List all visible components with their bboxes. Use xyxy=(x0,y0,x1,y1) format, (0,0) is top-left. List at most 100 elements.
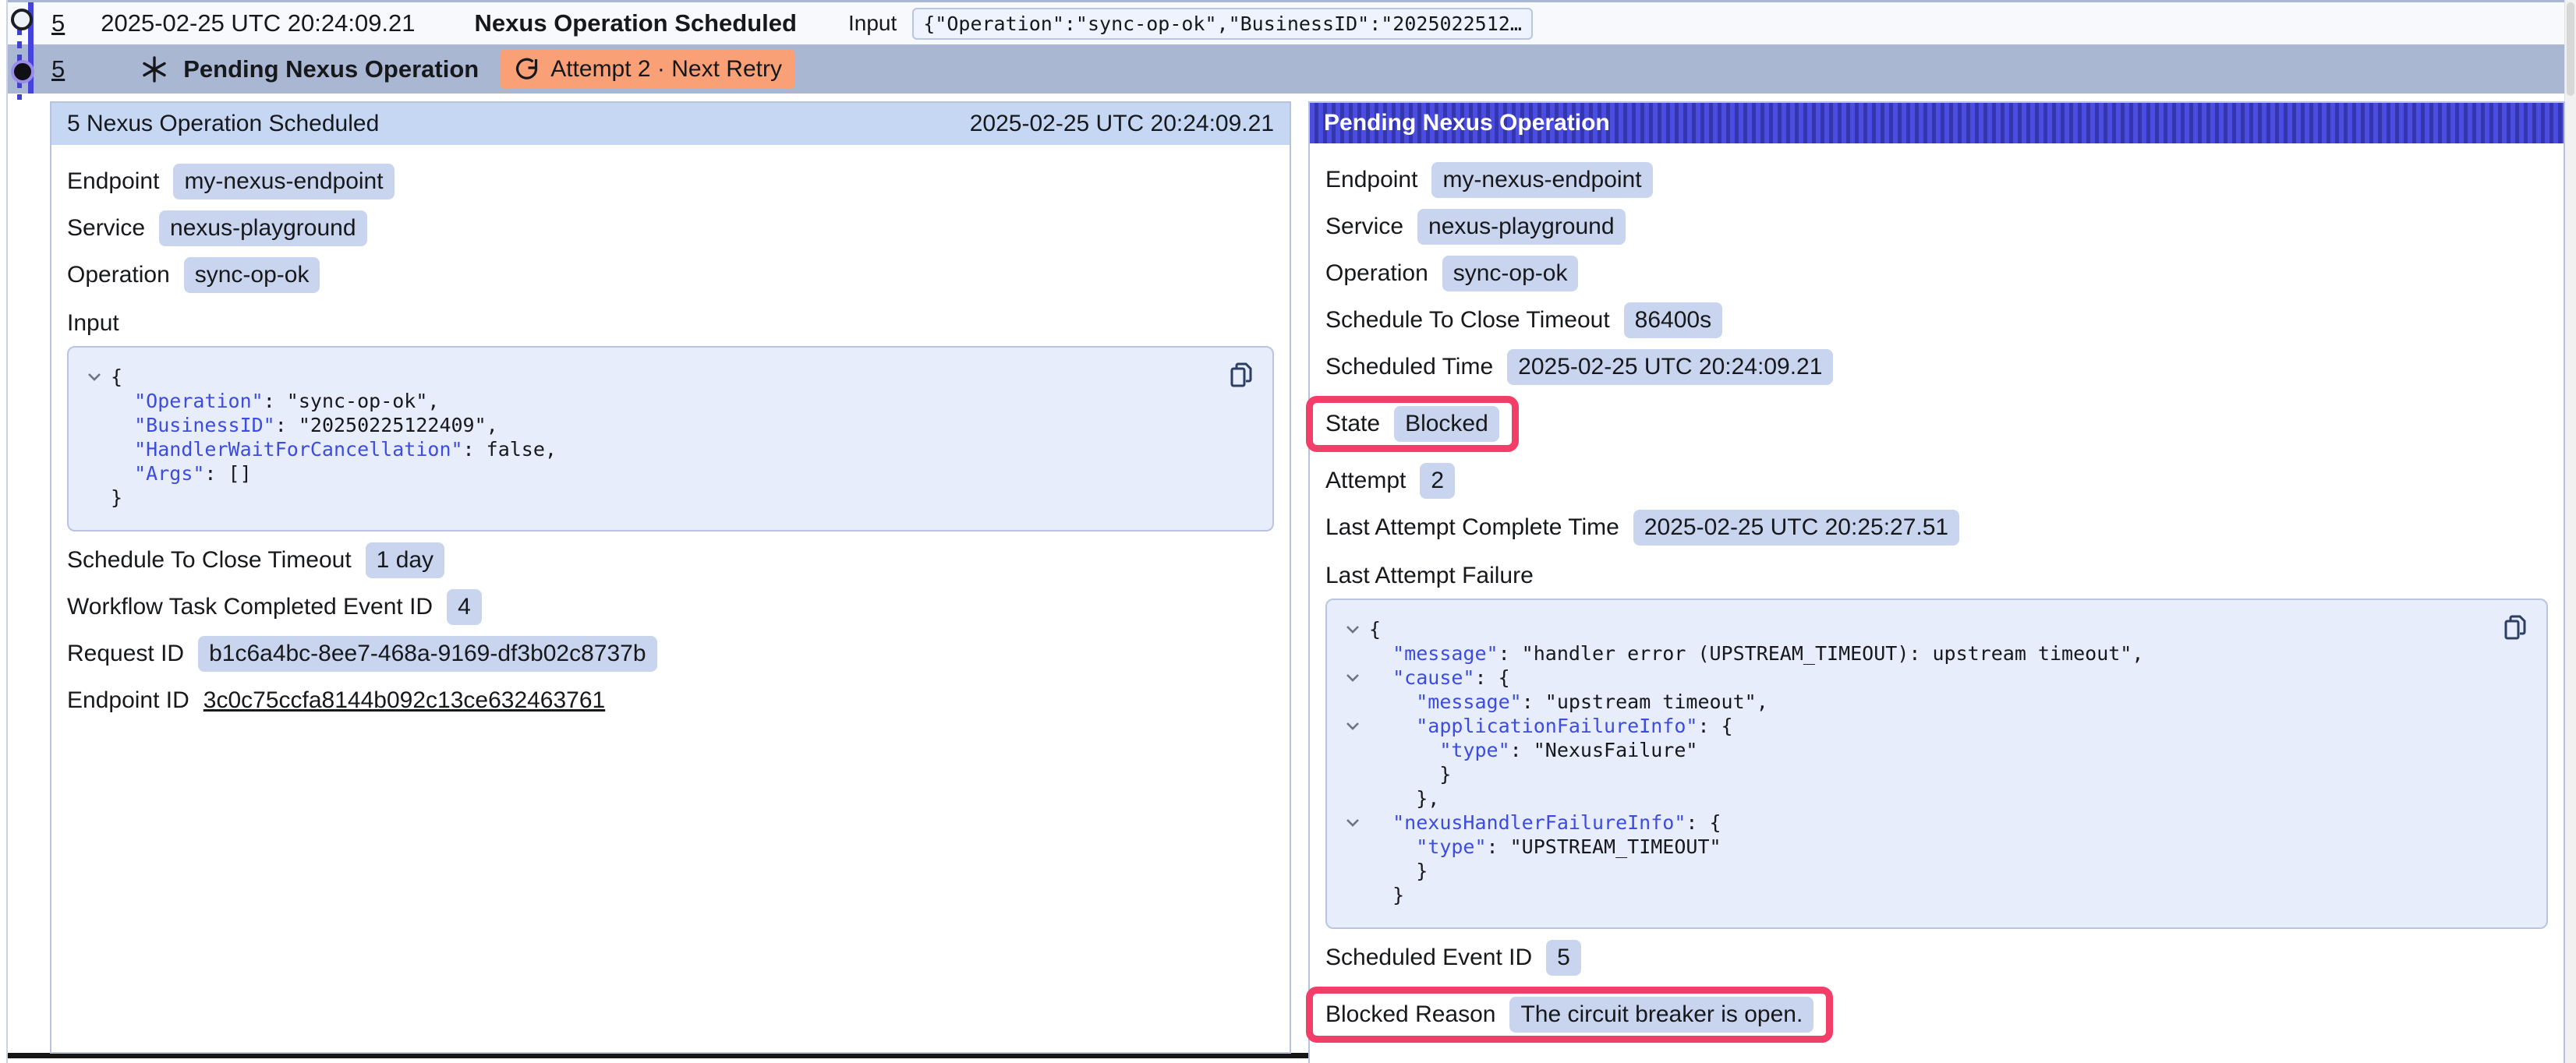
field-value-badge: 4 xyxy=(447,589,482,625)
field-label: Request ID xyxy=(67,641,184,667)
code-text: "BusinessID": "20250225122409", xyxy=(111,413,498,437)
vertical-scrollbar[interactable] xyxy=(2564,0,2576,1063)
copy-icon[interactable] xyxy=(2500,613,2531,644)
chevron-down-icon[interactable] xyxy=(1336,714,1369,738)
detail-row: State Blocked xyxy=(1325,406,1499,442)
chevron-down-icon[interactable] xyxy=(78,365,111,389)
code-gutter xyxy=(1336,835,1369,859)
code-line: "message": "upstream timeout", xyxy=(1336,690,2526,714)
card-title: 5 Nexus Operation Scheduled xyxy=(67,111,379,137)
event-row-selected[interactable]: 5 Pending Nexus Operation Attempt 2 · Ne… xyxy=(8,44,2565,94)
code-line: "message": "handler error (UPSTREAM_TIME… xyxy=(1336,641,2526,666)
field-label: Endpoint ID xyxy=(67,687,189,714)
code-gutter xyxy=(1336,883,1369,907)
detail-row: Attempt2 xyxy=(1325,463,2548,499)
field-value-badge: my-nexus-endpoint xyxy=(173,164,394,200)
retry-status-badge: Attempt 2 · Next Retry xyxy=(501,50,794,89)
code-gutter xyxy=(78,389,111,413)
pending-operation-card: Pending Nexus Operation Endpointmy-nexus… xyxy=(1308,101,2565,1063)
filled-circle-node-icon[interactable] xyxy=(11,60,34,83)
input-label: Input xyxy=(848,11,897,36)
field-value-badge: sync-op-ok xyxy=(184,257,320,293)
detail-row: Schedule To Close Timeout1 day xyxy=(67,542,1274,578)
code-line: } xyxy=(1336,883,2526,907)
copy-icon[interactable] xyxy=(1226,360,1257,391)
chevron-down-icon[interactable] xyxy=(1336,666,1369,690)
field-value-link[interactable]: 3c0c75ccfa8144b092c13ce632463761 xyxy=(203,687,605,714)
code-text: "HandlerWaitForCancellation": false, xyxy=(111,437,557,461)
card-timestamp: 2025-02-25 UTC 20:24:09.21 xyxy=(970,111,1274,137)
code-line: } xyxy=(78,486,1252,510)
state-annotation-box: State Blocked xyxy=(1306,396,1519,452)
event-detail-card: 5 Nexus Operation Scheduled 2025-02-25 U… xyxy=(50,101,1291,1054)
code-line: { xyxy=(78,365,1252,389)
detail-row: Scheduled Time 2025-02-25 UTC 20:24:09.21 xyxy=(1325,349,2548,385)
chevron-down-icon[interactable] xyxy=(1336,810,1369,835)
field-list: Endpointmy-nexus-endpoint Servicenexus-pl… xyxy=(1325,162,2548,385)
detail-row: Servicenexus-playground xyxy=(1325,209,2548,245)
field-label: Schedule To Close Timeout xyxy=(67,547,352,574)
detail-row: Endpoint my-nexus-endpoint xyxy=(67,164,1274,200)
chevron-down-icon[interactable] xyxy=(1336,617,1369,641)
code-line: "nexusHandlerFailureInfo": { xyxy=(1336,810,2526,835)
pending-operation-card-header: Pending Nexus Operation xyxy=(1310,103,2564,143)
detail-row: Last Attempt Complete Time2025-02-25 UTC… xyxy=(1325,510,2548,546)
code-text: "type": "UPSTREAM_TIMEOUT" xyxy=(1369,835,1721,859)
detail-row: Servicenexus-playground xyxy=(67,210,1274,246)
scrollbar-thumb[interactable] xyxy=(2567,2,2574,96)
state-row-wrap: State Blocked xyxy=(1325,396,2548,452)
code-text: "message": "upstream timeout", xyxy=(1369,690,1768,714)
failure-json-viewer: { "message": "handler error (UPSTREAM_TI… xyxy=(1325,599,2548,929)
pending-operation-title: Pending Nexus Operation xyxy=(183,55,479,83)
field-label: Operation xyxy=(1325,260,1428,287)
code-line: "cause": { xyxy=(1336,666,2526,690)
input-preview-badge[interactable]: {"Operation":"sync-op-ok","BusinessID":"… xyxy=(912,8,1533,40)
field-label: State xyxy=(1325,411,1380,437)
field-value-badge: nexus-playground xyxy=(1417,209,1626,245)
code-line: "BusinessID": "20250225122409", xyxy=(78,413,1252,437)
field-label: Endpoint xyxy=(67,168,159,195)
code-gutter xyxy=(1336,738,1369,762)
code-line: "type": "UPSTREAM_TIMEOUT" xyxy=(1336,835,2526,859)
code-gutter xyxy=(1336,762,1369,786)
input-json-viewer: { "Operation": "sync-op-ok", "BusinessID… xyxy=(67,346,1274,532)
field-value-badge: 2025-02-25 UTC 20:24:09.21 xyxy=(1507,349,1833,385)
code-line: } xyxy=(1336,859,2526,883)
event-id-link[interactable]: 5 xyxy=(51,55,65,83)
code-gutter xyxy=(78,437,111,461)
code-gutter xyxy=(78,461,111,486)
blocked-reason-row-wrap: Blocked Reason The circuit breaker is op… xyxy=(1325,987,2548,1043)
code-gutter xyxy=(1336,690,1369,714)
code-text: "nexusHandlerFailureInfo": { xyxy=(1369,810,1721,835)
detail-row: Endpointmy-nexus-endpoint xyxy=(1325,162,2548,198)
code-text: "Args": [] xyxy=(111,461,252,486)
field-label: Endpoint xyxy=(1325,167,1417,193)
code-text: { xyxy=(111,365,122,389)
field-value-badge: b1c6a4bc-8ee7-468a-9169-df3b02c8737b xyxy=(198,636,656,672)
asterisk-icon xyxy=(140,55,169,84)
code-gutter xyxy=(1336,641,1369,666)
event-id-link[interactable]: 5 xyxy=(51,9,65,37)
detail-row: Endpoint ID 3c0c75ccfa8144b092c13ce632463… xyxy=(67,683,1274,719)
blocked-reason-badge: The circuit breaker is open. xyxy=(1509,997,1813,1033)
field-list: Endpoint my-nexus-endpoint Servicenexus-pl… xyxy=(67,164,1274,293)
state-badge: Blocked xyxy=(1394,406,1499,442)
open-circle-node-icon[interactable] xyxy=(11,9,33,30)
code-line: }, xyxy=(1336,786,2526,810)
field-label: Schedule To Close Timeout xyxy=(1325,307,1610,334)
code-text: } xyxy=(111,486,122,510)
code-text: } xyxy=(1369,762,1451,786)
field-value-badge: sync-op-ok xyxy=(1442,256,1579,291)
code-text: { xyxy=(1369,617,1381,641)
input-section-label: Input xyxy=(67,310,1274,337)
field-label: Scheduled Time xyxy=(1325,354,1493,380)
left-divider xyxy=(6,0,8,1063)
code-gutter xyxy=(78,413,111,437)
detail-row: Blocked Reason The circuit breaker is op… xyxy=(1325,997,1813,1033)
field-label: Workflow Task Completed Event ID xyxy=(67,594,433,620)
event-row-collapsed[interactable]: 5 2025-02-25 UTC 20:24:09.21 Nexus Opera… xyxy=(8,2,2565,44)
code-gutter xyxy=(78,486,111,510)
code-gutter xyxy=(1336,859,1369,883)
card-title: Pending Nexus Operation xyxy=(1324,110,1610,136)
retry-icon xyxy=(513,55,541,83)
